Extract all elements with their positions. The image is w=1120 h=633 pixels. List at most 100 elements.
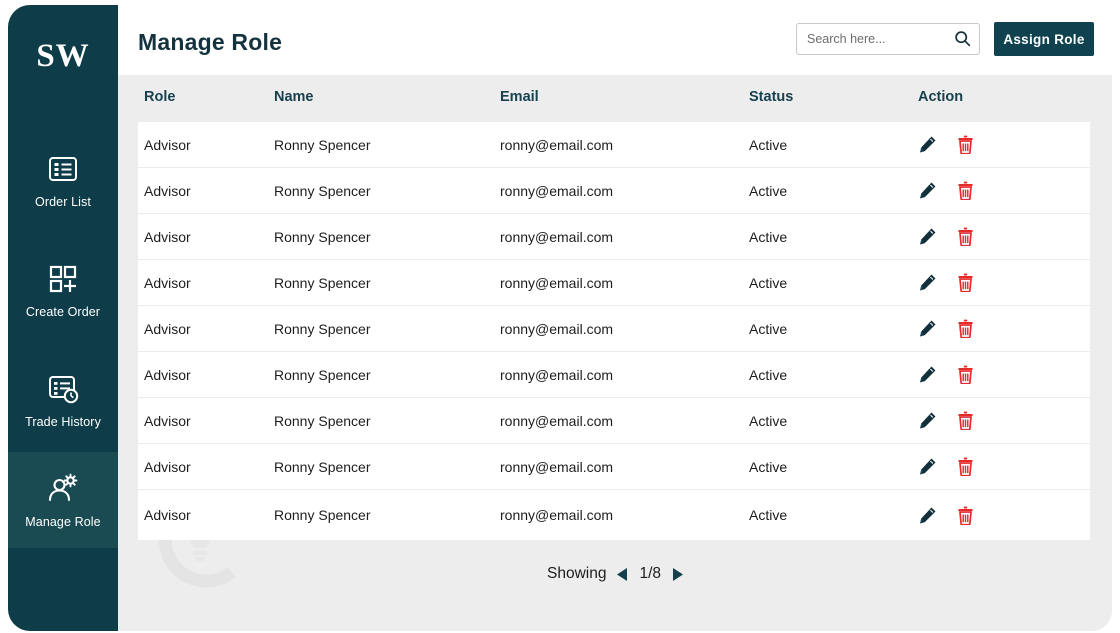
trash-icon[interactable] (956, 411, 975, 430)
cell-status: Active (749, 275, 918, 291)
pencil-icon[interactable] (918, 227, 937, 246)
pencil-icon[interactable] (918, 319, 937, 338)
delete-button[interactable] (956, 135, 975, 154)
edit-button[interactable] (918, 365, 937, 384)
pencil-icon[interactable] (918, 135, 937, 154)
column-header-email: Email (500, 89, 749, 105)
cell-email: ronny@email.com (500, 321, 749, 337)
caret-right-icon[interactable] (672, 568, 683, 581)
cell-action (918, 135, 1078, 154)
cell-email: ronny@email.com (500, 459, 749, 475)
sidebar-item-label: Manage Role (25, 515, 100, 529)
cell-name: Ronny Spencer (274, 183, 500, 199)
edit-button[interactable] (918, 506, 937, 525)
sidebar-item-create-order[interactable]: Create Order (8, 242, 118, 338)
cell-action (918, 365, 1078, 384)
pencil-icon[interactable] (918, 506, 937, 525)
pencil-icon[interactable] (918, 411, 937, 430)
app-root: SW Order List (0, 0, 1120, 633)
sidebar-item-label: Create Order (26, 305, 100, 319)
trash-icon[interactable] (956, 273, 975, 292)
cell-role: Advisor (138, 229, 274, 245)
sidebar-item-manage-role[interactable]: Manage Role (8, 452, 118, 548)
cell-status: Active (749, 137, 918, 153)
pencil-icon[interactable] (918, 181, 937, 200)
cell-email: ronny@email.com (500, 183, 749, 199)
cell-action (918, 457, 1078, 476)
cell-email: ronny@email.com (500, 413, 749, 429)
cell-role: Advisor (138, 459, 274, 475)
cell-role: Advisor (138, 183, 274, 199)
sidebar-item-trade-history[interactable]: Trade History (8, 352, 118, 448)
pencil-icon[interactable] (918, 365, 937, 384)
delete-button[interactable] (956, 319, 975, 338)
main-content: Manage Role Assign Role Role Name Email … (118, 5, 1112, 631)
trash-icon[interactable] (956, 181, 975, 200)
edit-button[interactable] (918, 411, 937, 430)
assign-role-button[interactable]: Assign Role (994, 22, 1094, 56)
cell-action (918, 227, 1078, 246)
trash-icon[interactable] (956, 227, 975, 246)
search-box[interactable] (796, 23, 980, 55)
column-header-role: Role (138, 89, 274, 105)
table-body: AdvisorRonny Spencerronny@email.comActiv… (138, 122, 1090, 540)
cell-status: Active (749, 413, 918, 429)
delete-button[interactable] (956, 457, 975, 476)
edit-button[interactable] (918, 273, 937, 292)
pencil-icon[interactable] (918, 457, 937, 476)
column-header-status: Status (749, 89, 918, 105)
cell-name: Ronny Spencer (274, 229, 500, 245)
cell-name: Ronny Spencer (274, 367, 500, 383)
delete-button[interactable] (956, 273, 975, 292)
cell-role: Advisor (138, 275, 274, 291)
trash-icon[interactable] (956, 457, 975, 476)
edit-button[interactable] (918, 135, 937, 154)
cell-action (918, 411, 1078, 430)
search-input[interactable] (797, 24, 949, 54)
page-indicator: 1/8 (639, 565, 661, 583)
table-row: AdvisorRonny Spencerronny@email.comActiv… (138, 306, 1090, 352)
page-title: Manage Role (138, 29, 282, 56)
list-clock-icon (46, 372, 80, 406)
delete-button[interactable] (956, 365, 975, 384)
trash-icon[interactable] (956, 365, 975, 384)
pencil-icon[interactable] (918, 273, 937, 292)
cell-action (918, 319, 1078, 338)
cell-name: Ronny Spencer (274, 137, 500, 153)
edit-button[interactable] (918, 227, 937, 246)
cell-email: ronny@email.com (500, 367, 749, 383)
cell-name: Ronny Spencer (274, 507, 500, 523)
table-row: AdvisorRonny Spencerronny@email.comActiv… (138, 168, 1090, 214)
edit-button[interactable] (918, 319, 937, 338)
sidebar: SW Order List (8, 5, 118, 631)
user-gear-icon (46, 472, 80, 506)
table-row: AdvisorRonny Spencerronny@email.comActiv… (138, 260, 1090, 306)
delete-button[interactable] (956, 506, 975, 525)
sidebar-item-order-list[interactable]: Order List (8, 132, 118, 228)
cell-name: Ronny Spencer (274, 275, 500, 291)
cell-status: Active (749, 183, 918, 199)
edit-button[interactable] (918, 457, 937, 476)
delete-button[interactable] (956, 411, 975, 430)
search-icon[interactable] (954, 30, 971, 47)
trash-icon[interactable] (956, 506, 975, 525)
edit-button[interactable] (918, 181, 937, 200)
table-row: AdvisorRonny Spencerronny@email.comActiv… (138, 122, 1090, 168)
cell-status: Active (749, 321, 918, 337)
trash-icon[interactable] (956, 319, 975, 338)
caret-left-icon[interactable] (617, 568, 628, 581)
sidebar-item-label: Trade History (25, 415, 101, 429)
column-header-action: Action (918, 89, 1078, 105)
delete-button[interactable] (956, 181, 975, 200)
trash-icon[interactable] (956, 135, 975, 154)
cell-role: Advisor (138, 507, 274, 523)
cell-role: Advisor (138, 413, 274, 429)
cell-name: Ronny Spencer (274, 413, 500, 429)
cell-email: ronny@email.com (500, 507, 749, 523)
cell-action (918, 273, 1078, 292)
delete-button[interactable] (956, 227, 975, 246)
showing-label: Showing (547, 565, 606, 583)
cell-status: Active (749, 367, 918, 383)
topbar: Manage Role Assign Role (118, 5, 1112, 75)
cell-action (918, 506, 1078, 525)
